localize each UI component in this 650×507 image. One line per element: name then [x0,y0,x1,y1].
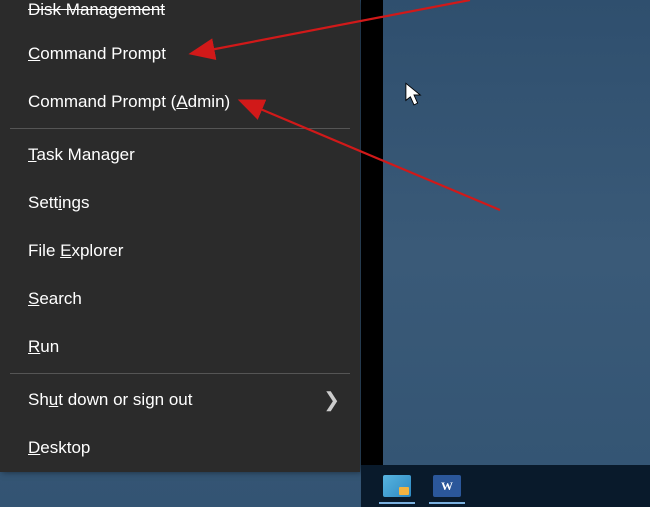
menu-item-search[interactable]: Search [0,275,360,323]
menu-item-task-manager[interactable]: Task Manager [0,131,360,179]
menu-item-file-explorer[interactable]: File Explorer [0,227,360,275]
taskbar-app-monitor[interactable] [375,468,419,504]
menu-label: Task Manager [28,145,135,164]
menu-label: Run [28,337,59,356]
menu-item-run[interactable]: Run [0,323,360,371]
active-indicator [429,502,465,504]
mouse-cursor-icon [405,82,423,108]
menu-label: Shut down or sign out [28,390,192,409]
menu-separator [10,373,350,374]
menu-label: Command Prompt [28,44,166,63]
menu-item-desktop[interactable]: Desktop [0,424,360,472]
menu-item-shutdown-signout[interactable]: Shut down or sign out ❯ [0,376,360,424]
menu-item-settings[interactable]: Settings [0,179,360,227]
winx-menu: Disk Management Command Prompt Command P… [0,0,360,472]
active-indicator [379,502,415,504]
menu-item-command-prompt[interactable]: Command Prompt [0,30,360,78]
word-icon: W [433,475,461,497]
menu-separator [10,128,350,129]
menu-label: Search [28,289,82,308]
window-edge [361,0,383,507]
chevron-right-icon: ❯ [323,388,340,413]
taskbar-app-word[interactable]: W [425,468,469,504]
desktop-background: Disk Management Command Prompt Command P… [0,0,650,507]
monitor-icon [383,475,411,497]
menu-label: Settings [28,193,89,212]
menu-label: File Explorer [28,241,123,260]
menu-label: Command Prompt (Admin) [28,92,230,111]
menu-item-disk-management[interactable]: Disk Management [0,0,360,30]
menu-label: Disk Management [28,0,165,19]
menu-item-command-prompt-admin[interactable]: Command Prompt (Admin) [0,78,360,126]
menu-label: Desktop [28,438,90,457]
taskbar: W [361,465,650,507]
